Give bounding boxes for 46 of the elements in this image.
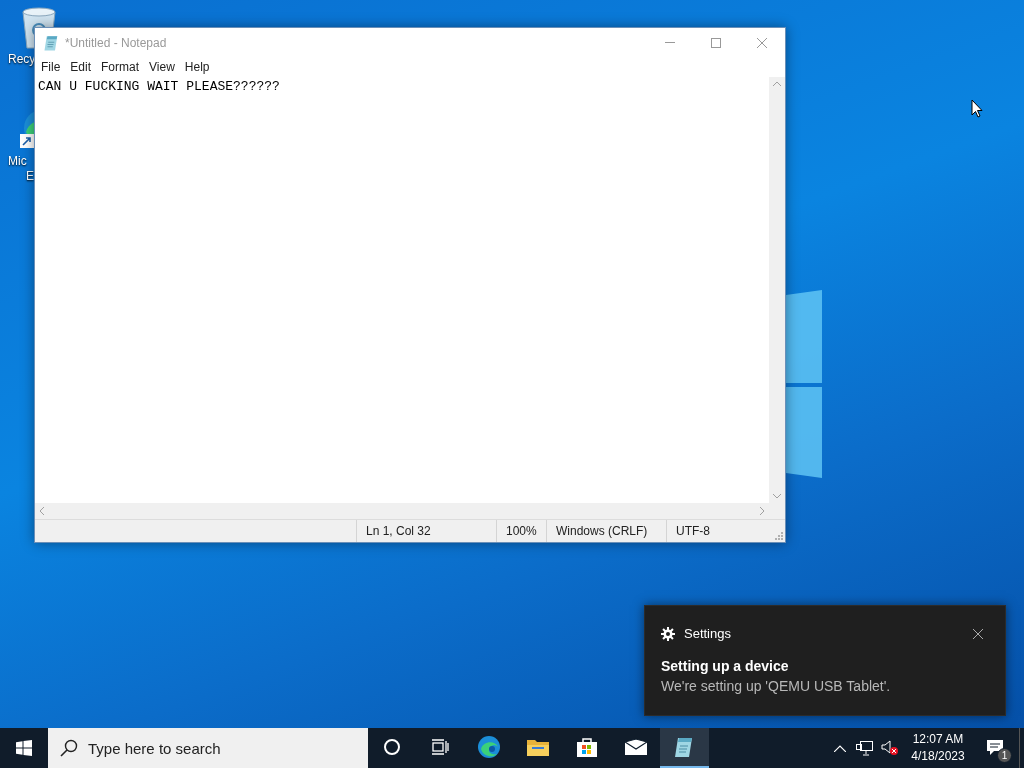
notification-badge: 1	[997, 748, 1012, 763]
close-icon	[973, 628, 983, 639]
action-center-button[interactable]: 1	[971, 728, 1019, 768]
search-icon	[60, 739, 78, 757]
menu-item[interactable]: View	[144, 57, 180, 77]
clock-date: 4/18/2023	[911, 748, 965, 765]
message-icon	[986, 739, 1004, 757]
toast-title: Setting up a device	[661, 656, 790, 676]
envelope-icon	[623, 738, 648, 756]
chevron-up-icon[interactable]	[834, 744, 846, 752]
window-title: *Untitled - Notepad	[65, 34, 167, 52]
status-text: UTF-8	[676, 523, 710, 540]
resize-grip-icon[interactable]	[775, 532, 783, 540]
mouse-pointer-icon	[971, 99, 983, 118]
maximize-icon	[711, 37, 721, 48]
settings-icon	[661, 626, 675, 641]
status-text: Windows (CRLF)	[556, 523, 648, 540]
folder-icon	[525, 737, 550, 757]
clock-time: 12:07 AM	[912, 731, 964, 748]
horizontal-scrollbar[interactable]	[35, 503, 785, 519]
muted-speaker-icon[interactable]	[881, 740, 899, 756]
menu-item[interactable]: Help	[179, 57, 215, 77]
edge-icon	[476, 735, 501, 759]
menu-item[interactable]: Format	[96, 57, 145, 77]
close-icon	[757, 37, 767, 48]
status-text: 100%	[506, 523, 537, 540]
windows-icon	[16, 740, 32, 756]
desktop-icon-label: Mic	[7, 154, 27, 169]
network-icon[interactable]	[856, 740, 873, 756]
toast-app-name: Settings	[684, 625, 731, 643]
text-area[interactable]: CAN U FUCKING WAIT PLEASE??????	[35, 77, 769, 503]
taskbar-app-button[interactable]	[660, 728, 709, 768]
status-text: Ln 1, Col 32	[366, 523, 431, 540]
minimize-icon	[665, 42, 675, 43]
close-button[interactable]	[971, 626, 985, 641]
menu-item[interactable]: Edit	[65, 57, 97, 77]
task-view-icon	[431, 739, 449, 755]
desktop-icon-label: Recy	[7, 52, 36, 67]
menu-item[interactable]: File	[36, 57, 66, 77]
shopping-bag-icon	[575, 736, 598, 758]
circle-icon	[383, 738, 401, 756]
toast-message: We're setting up 'QEMU USB Tablet'.	[661, 676, 892, 696]
vertical-scrollbar[interactable]	[769, 77, 785, 503]
search-field[interactable]: Type here to search	[48, 728, 368, 768]
desktop-icon-label: E	[26, 169, 34, 184]
clock[interactable]: 12:07 AM 4/18/2023	[907, 731, 969, 765]
